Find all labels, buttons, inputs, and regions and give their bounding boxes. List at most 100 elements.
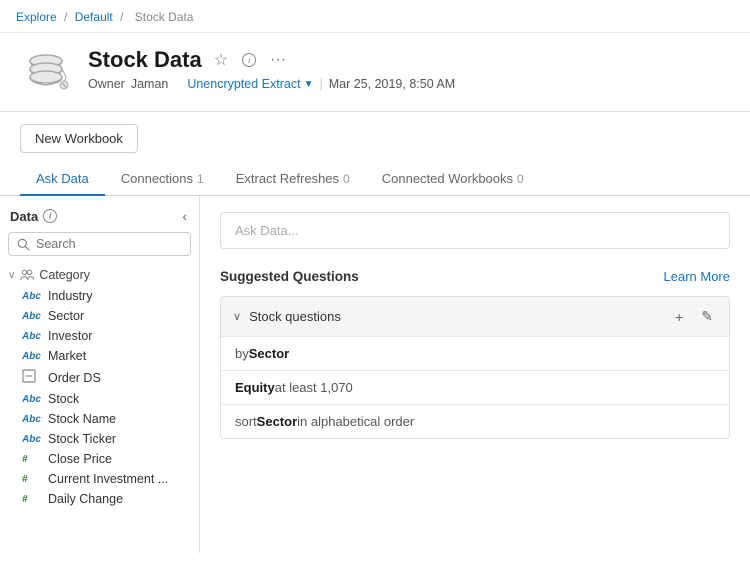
owner-label: Owner: [88, 77, 125, 91]
field-type-label: #: [22, 474, 42, 485]
sidebar-title-text: Data: [10, 209, 38, 224]
breadcrumb: Explore / Default / Stock Data: [0, 0, 750, 33]
learn-more-link[interactable]: Learn More: [664, 269, 730, 284]
field-label: Stock Name: [48, 412, 116, 426]
field-label: Stock: [48, 392, 79, 406]
tree-group: ∨ Category: [0, 264, 199, 286]
list-item[interactable]: Abc Stock: [0, 389, 199, 409]
accordion-actions: + ✎: [671, 306, 717, 327]
tabs-bar: Ask Data Connections1 Extract Refreshes0…: [0, 153, 750, 196]
new-workbook-button[interactable]: New Workbook: [20, 124, 138, 153]
field-type-label: Abc: [22, 311, 42, 322]
header-meta: Owner Jaman Unencrypted Extract ▼ | Mar …: [88, 77, 730, 91]
tab-ask-data[interactable]: Ask Data: [20, 163, 105, 196]
page-header: Stock Data ☆ i ··· Owner Jaman Unencrypt…: [0, 33, 750, 112]
field-label: Industry: [48, 289, 92, 303]
question-text: sort: [235, 414, 257, 429]
tab-connected-workbooks[interactable]: Connected Workbooks0: [366, 163, 540, 196]
sidebar-collapse-button[interactable]: ‹: [180, 206, 189, 226]
list-item[interactable]: Abc Industry: [0, 286, 199, 306]
field-label: Market: [48, 349, 86, 363]
list-item[interactable]: Order DS: [0, 366, 199, 389]
breadcrumb-sep2: /: [120, 10, 123, 24]
sidebar: Data i ‹ ∨ Category: [0, 196, 200, 553]
field-label: Investor: [48, 329, 92, 343]
extract-text: Unencrypted Extract: [187, 77, 300, 91]
question-item[interactable]: sort Sector in alphabetical order: [221, 404, 729, 438]
field-label: Current Investment ...: [48, 472, 168, 486]
question-bold-text: Equity: [235, 380, 275, 395]
sidebar-info-icon[interactable]: i: [43, 209, 57, 223]
breadcrumb-current: Stock Data: [135, 10, 194, 24]
search-box: [8, 232, 191, 256]
field-label: Sector: [48, 309, 84, 323]
field-type-label: #: [22, 454, 42, 465]
list-item[interactable]: Abc Investor: [0, 326, 199, 346]
list-item[interactable]: Abc Sector: [0, 306, 199, 326]
breadcrumb-default[interactable]: Default: [75, 10, 113, 24]
field-label: Close Price: [48, 452, 112, 466]
field-type-label: Abc: [22, 331, 42, 342]
field-type-label: [22, 369, 42, 386]
main-layout: Data i ‹ ∨ Category: [0, 196, 750, 553]
people-icon: [20, 268, 34, 282]
field-type-label: #: [22, 494, 42, 505]
header-separator: |: [319, 77, 322, 91]
toolbar: New Workbook: [0, 112, 750, 153]
list-item[interactable]: # Close Price: [0, 449, 199, 469]
accordion-chevron: ∨: [233, 310, 241, 323]
tree-group-label: Category: [39, 268, 90, 282]
tree-group-header[interactable]: ∨ Category: [0, 264, 199, 286]
extract-link[interactable]: Unencrypted Extract ▼: [187, 77, 313, 91]
info-button[interactable]: i: [240, 51, 258, 69]
accordion-left: ∨ Stock questions: [233, 309, 341, 324]
list-item[interactable]: Abc Market: [0, 346, 199, 366]
field-type-label: Abc: [22, 291, 42, 302]
suggested-header: Suggested Questions Learn More: [220, 269, 730, 284]
header-info: Stock Data ☆ i ··· Owner Jaman Unencrypt…: [88, 47, 730, 91]
tab-connections[interactable]: Connections1: [105, 163, 220, 196]
tree-group-chevron: ∨: [8, 270, 15, 281]
datasource-icon: [20, 47, 72, 99]
page-title: Stock Data: [88, 47, 202, 73]
breadcrumb-sep1: /: [64, 10, 67, 24]
question-item[interactable]: by Sector: [221, 336, 729, 370]
star-button[interactable]: ☆: [212, 48, 230, 72]
tree-items: Abc Industry Abc Sector Abc Investor Abc Market…: [0, 286, 199, 509]
extract-arrow: ▼: [304, 79, 314, 90]
list-item[interactable]: Abc Stock Ticker: [0, 429, 199, 449]
list-item[interactable]: Abc Stock Name: [0, 409, 199, 429]
accordion-add-button[interactable]: +: [671, 307, 687, 327]
suggested-questions-title: Suggested Questions: [220, 269, 359, 284]
accordion: ∨ Stock questions + ✎ by SectorEquity at…: [220, 296, 730, 439]
more-options-button[interactable]: ···: [268, 49, 288, 71]
field-type-label: Abc: [22, 394, 42, 405]
question-text: at least 1,070: [275, 380, 353, 395]
question-text: in alphabetical order: [297, 414, 414, 429]
field-type-label: Abc: [22, 351, 42, 362]
tab-extract-refreshes[interactable]: Extract Refreshes0: [220, 163, 366, 196]
field-type-label: Abc: [22, 434, 42, 445]
content-area: Ask Data... Suggested Questions Learn Mo…: [200, 196, 750, 553]
sidebar-title: Data i: [10, 209, 57, 224]
breadcrumb-explore[interactable]: Explore: [16, 10, 57, 24]
question-item[interactable]: Equity at least 1,070: [221, 370, 729, 404]
list-item[interactable]: # Daily Change: [0, 489, 199, 509]
info-circle-icon: i: [242, 53, 256, 67]
owner-value: Jaman: [131, 77, 169, 91]
accordion-edit-button[interactable]: ✎: [697, 306, 717, 327]
search-icon: [17, 238, 30, 251]
header-date: Mar 25, 2019, 8:50 AM: [329, 77, 455, 91]
field-label: Daily Change: [48, 492, 123, 506]
field-type-label: Abc: [22, 414, 42, 425]
question-text: by: [235, 346, 249, 361]
field-label: Order DS: [48, 371, 101, 385]
accordion-label: Stock questions: [249, 309, 341, 324]
search-input[interactable]: [36, 237, 182, 251]
field-label: Stock Ticker: [48, 432, 116, 446]
list-item[interactable]: # Current Investment ...: [0, 469, 199, 489]
questions-list: by SectorEquity at least 1,070sort Secto…: [221, 336, 729, 438]
question-bold-text: Sector: [257, 414, 297, 429]
ask-data-input[interactable]: Ask Data...: [220, 212, 730, 249]
accordion-header[interactable]: ∨ Stock questions + ✎: [221, 297, 729, 336]
